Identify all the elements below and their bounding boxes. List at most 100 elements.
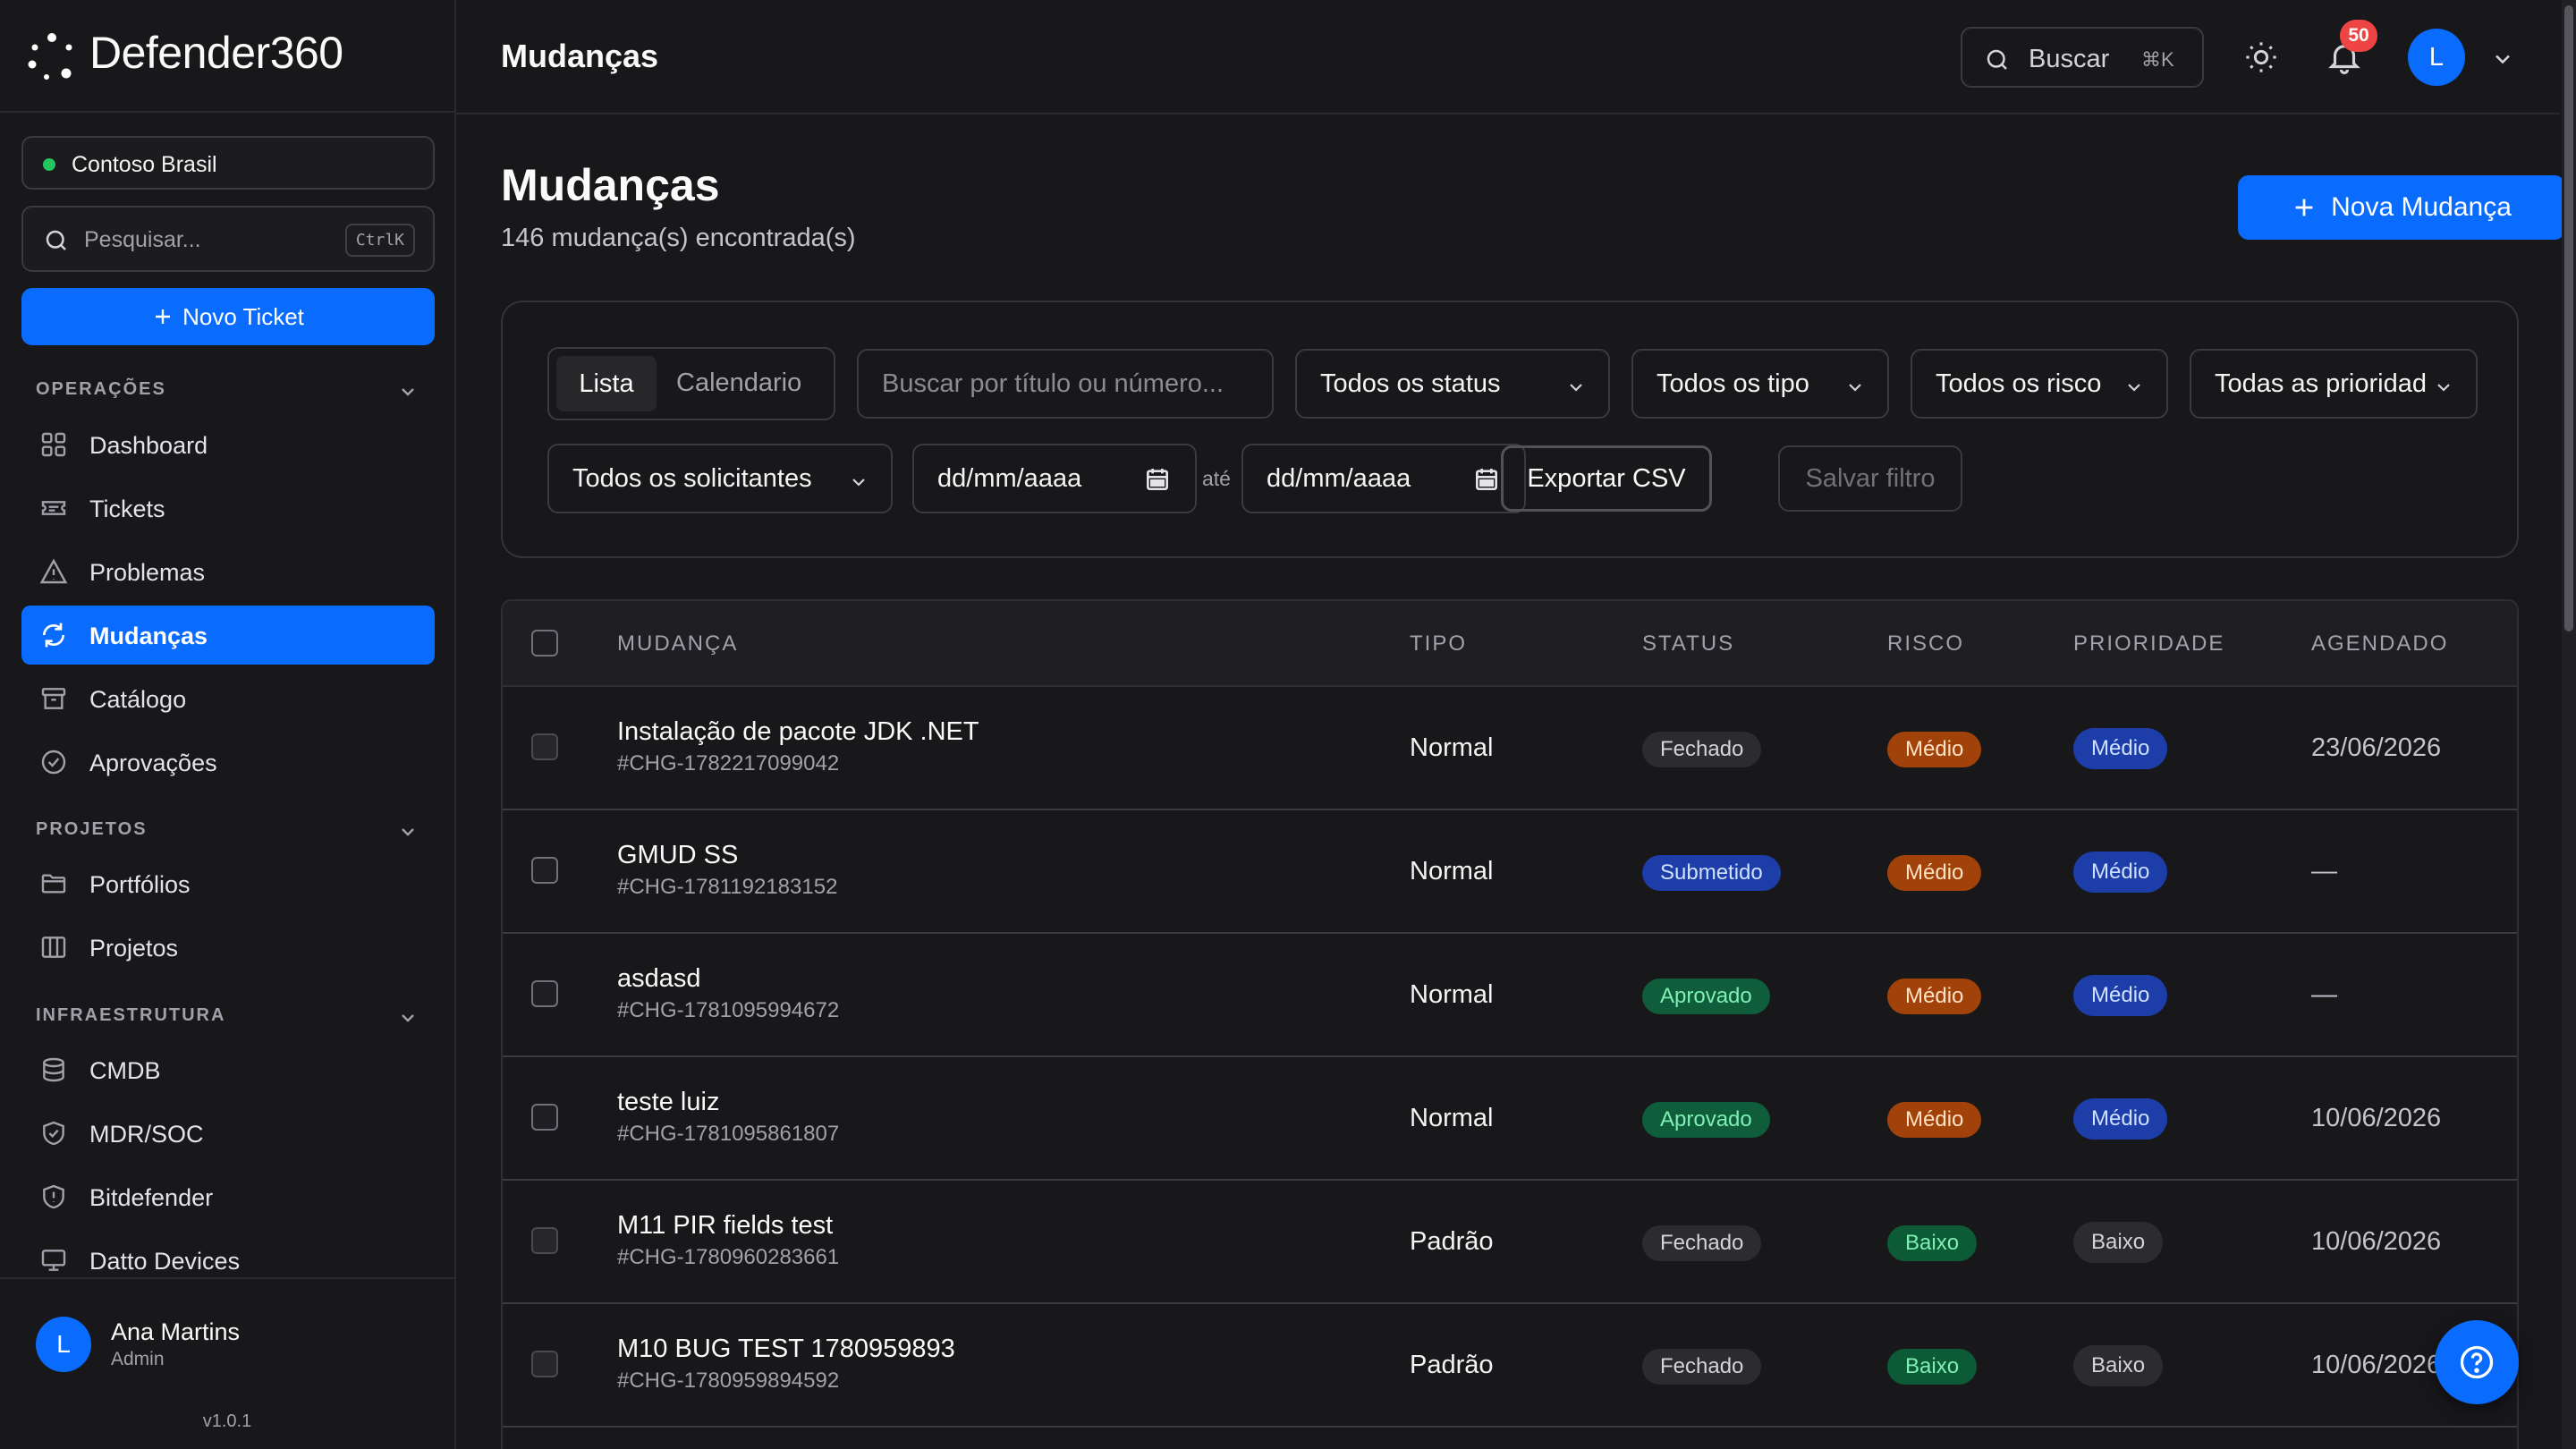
priority-badge: Médio <box>2073 728 2168 769</box>
chevron-down-icon[interactable] <box>2490 47 2515 72</box>
tab-calendar[interactable]: Calendario <box>676 369 801 398</box>
column-header-agendado[interactable]: AGENDADO <box>2311 631 2448 657</box>
requester-select[interactable]: Todos os solicitantes <box>547 444 893 513</box>
priority-badge: Médio <box>2073 852 2168 893</box>
chevron-down-icon <box>843 470 869 494</box>
chevron-down-icon <box>1839 376 1866 399</box>
column-header-mudanca[interactable]: MUDANÇA <box>617 631 738 657</box>
change-number: #CHG-1781095861807 <box>617 1122 840 1146</box>
change-number: #CHG-1781095994672 <box>617 998 840 1022</box>
shortcut-hint: ⌘K <box>2141 48 2174 71</box>
view-toggle: Lista Calendario <box>547 347 835 420</box>
shortcut-hint: CtrlK <box>344 224 415 257</box>
sidebar-search-input[interactable]: Pesquisar... CtrlK <box>21 206 435 272</box>
change-number: #CHG-1781192183152 <box>617 875 838 899</box>
chevron-down-icon[interactable] <box>397 1007 419 1029</box>
avatar[interactable]: L <box>36 1317 91 1372</box>
plus-icon <box>156 309 171 324</box>
table-row[interactable]: GMUD SS #CHG-1781192183152 Normal Submetido… <box>503 810 2517 934</box>
app-version: v1.0.1 <box>202 1411 252 1431</box>
type-select[interactable]: Todos os tipo <box>1631 349 1889 419</box>
new-change-label: Nova Mudança <box>2331 192 2512 222</box>
table-row[interactable]: Instalação de pacote JDK .NET #CHG-178221… <box>503 687 2517 810</box>
app-root: Defender360 Contoso Brasil Pesquisar... … <box>0 0 2576 1449</box>
row-checkbox[interactable] <box>531 1104 558 1131</box>
status-select[interactable]: Todos os status <box>1295 349 1610 419</box>
global-search-button[interactable]: Buscar ⌘K <box>1961 27 2204 88</box>
row-checkbox[interactable] <box>531 980 558 1007</box>
select-all-checkbox[interactable] <box>531 630 558 657</box>
check-circle-icon <box>41 750 66 775</box>
change-title[interactable]: teste luiz <box>617 1088 719 1117</box>
sidebar-item-dashboard[interactable]: Dashboard <box>21 415 435 474</box>
risk-select[interactable]: Todos os risco <box>1911 349 2168 419</box>
table-row[interactable]: teste luiz #CHG-1781095861807 Normal Aprova… <box>503 1057 2517 1181</box>
row-checkbox[interactable] <box>531 1227 558 1254</box>
sidebar-item-mdr-soc[interactable]: MDR/SOC <box>21 1104 435 1163</box>
topbar: Mudanças Buscar ⌘K 50 L <box>456 0 2560 114</box>
new-ticket-button[interactable]: Novo Ticket <box>21 288 435 345</box>
section-title-operacoes: OPERAÇÕES <box>36 379 166 399</box>
date-to-input[interactable]: dd/mm/aaaa <box>1241 444 1526 513</box>
change-type: Normal <box>1410 733 1494 762</box>
change-title[interactable]: GMUD SS <box>617 841 738 870</box>
filter-search-input[interactable]: Buscar por título ou número... <box>857 349 1274 419</box>
sidebar-item-mudancas[interactable]: Mudanças <box>21 606 435 665</box>
risk-badge: Baixo <box>1887 1349 1978 1385</box>
sidebar-item-portfolios[interactable]: Portfólios <box>21 854 435 913</box>
row-checkbox[interactable] <box>531 733 558 760</box>
user-panel[interactable]: L Ana Martins Admin v1.0.1 <box>0 1277 454 1449</box>
help-button[interactable] <box>2435 1320 2519 1404</box>
priority-select[interactable]: Todas as prioridades <box>2190 349 2478 419</box>
sidebar-item-tickets[interactable]: Tickets <box>21 479 435 538</box>
calendar-icon[interactable] <box>1472 465 1501 494</box>
page-scrollbar[interactable] <box>2562 0 2576 1449</box>
row-checkbox[interactable] <box>531 857 558 884</box>
sun-icon[interactable] <box>2243 39 2279 75</box>
notification-badge: 50 <box>2340 20 2377 52</box>
sidebar-item-label: Projetos <box>89 935 179 962</box>
topbar-title: Mudanças <box>501 38 659 74</box>
change-number: #CHG-1780959894592 <box>617 1368 840 1393</box>
status-select-value: Todos os status <box>1320 369 1501 398</box>
org-selector[interactable]: Contoso Brasil <box>21 136 435 190</box>
table-row[interactable]: M10 BUG TEST 1780959893 #CHG-178095989459… <box>503 1304 2517 1428</box>
change-title[interactable]: asdasd <box>617 964 701 994</box>
change-title[interactable]: Instalação de pacote JDK .NET <box>617 717 979 747</box>
app-name: Defender360 <box>89 28 343 78</box>
shield-check-icon <box>43 1121 64 1146</box>
table-row[interactable]: M11 PIR fields test #CHG-1780960283661 Pad… <box>503 1181 2517 1304</box>
calendar-icon[interactable] <box>1143 465 1172 494</box>
new-change-button[interactable]: Nova Mudança <box>2238 175 2565 240</box>
sidebar-item-label: Portfólios <box>89 871 191 898</box>
sidebar-item-label: Bitdefender <box>89 1184 214 1211</box>
sidebar-item-cmdb[interactable]: CMDB <box>21 1040 435 1099</box>
change-type: Padrão <box>1410 1227 1494 1256</box>
column-header-status[interactable]: STATUS <box>1642 631 1734 657</box>
column-header-prioridade[interactable]: PRIORIDADE <box>2073 631 2224 657</box>
column-header-risco[interactable]: RISCO <box>1887 631 1964 657</box>
scrollbar-thumb[interactable] <box>2564 5 2573 631</box>
sidebar-item-problemas[interactable]: Problemas <box>21 542 435 601</box>
sidebar-item-projetos[interactable]: Projetos <box>21 918 435 977</box>
logo[interactable]: Defender360 <box>0 0 454 113</box>
sidebar-item-label: MDR/SOC <box>89 1121 204 1148</box>
column-header-tipo[interactable]: TIPO <box>1410 631 1467 657</box>
priority-badge: Médio <box>2073 975 2168 1016</box>
sidebar-item-aprovacoes[interactable]: Aprovações <box>21 733 435 792</box>
requester-select-value: Todos os solicitantes <box>572 464 812 493</box>
sidebar-item-bitdefender[interactable]: Bitdefender <box>21 1167 435 1226</box>
chevron-down-icon[interactable] <box>397 821 419 843</box>
user-avatar-button[interactable]: L <box>2408 29 2465 86</box>
row-checkbox[interactable] <box>531 1351 558 1377</box>
change-title[interactable]: M10 BUG TEST 1780959893 <box>617 1335 955 1364</box>
sidebar-item-label: Tickets <box>89 496 165 522</box>
tab-list[interactable]: Lista <box>556 356 657 411</box>
chevron-down-icon[interactable] <box>397 381 419 402</box>
save-filter-button[interactable]: Salvar filtro <box>1778 445 1962 512</box>
date-from-input[interactable]: dd/mm/aaaa <box>912 444 1197 513</box>
export-csv-button[interactable]: Exportar CSV <box>1501 445 1712 512</box>
change-title[interactable]: M11 PIR fields test <box>617 1211 833 1241</box>
sidebar-item-catalogo[interactable]: Catálogo <box>21 669 435 728</box>
table-row[interactable]: asdasd #CHG-1781095994672 Normal Aprovado Mé… <box>503 934 2517 1057</box>
